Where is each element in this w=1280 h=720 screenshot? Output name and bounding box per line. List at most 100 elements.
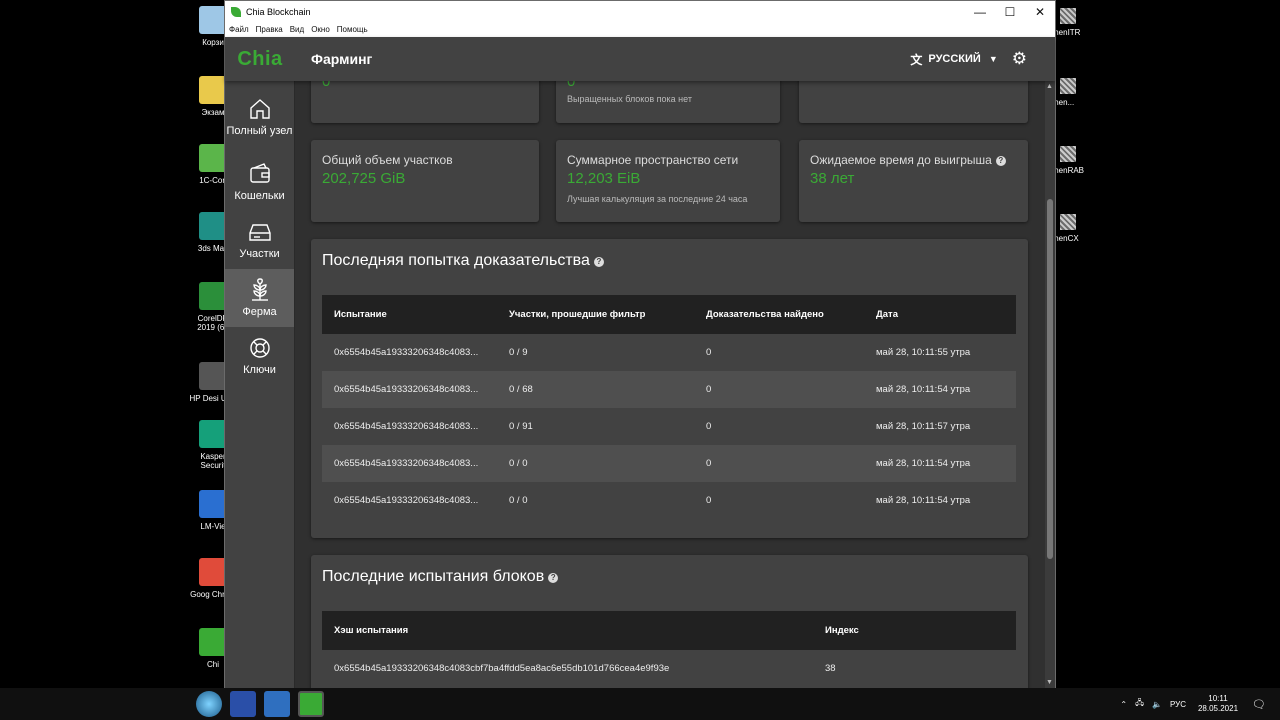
menu-help[interactable]: Помощь: [337, 25, 368, 34]
farm-content: 0 0 Выращенных блоков пока нет Общий объ…: [295, 81, 1045, 688]
cell-proofs-found: 0: [694, 334, 864, 371]
cell-date: май 28, 10:11:54 утра: [864, 445, 1016, 482]
table-row: 0x6554b45a19333206348c4083... 0 / 0 0 ма…: [322, 445, 1016, 482]
help-icon[interactable]: ?: [593, 257, 604, 267]
help-icon[interactable]: ?: [995, 156, 1006, 166]
desktop-shortcut[interactable]: menITR: [1052, 8, 1092, 37]
stat-value: 12,203 EiB: [567, 170, 641, 187]
sidebar-item-wallets[interactable]: Кошельки: [225, 153, 294, 211]
cell-proofs-found: 0: [694, 482, 864, 519]
cell-date: май 28, 10:11:54 утра: [864, 482, 1016, 519]
stat-label: Суммарное пространство сети: [567, 153, 739, 167]
clock[interactable]: 10:11 28.05.2021: [1198, 694, 1238, 714]
stat-value: 202,725 GiB: [322, 170, 406, 187]
cell-plots-passed: 0 / 91: [497, 408, 694, 445]
desktop-shortcut-icon: [199, 76, 227, 104]
menu-file[interactable]: Файл: [229, 25, 249, 34]
table-row: 0x6554b45a19333206348c4083... 0 / 0 0 ма…: [322, 482, 1016, 519]
panel-title-text: Последние испытания блоков: [322, 568, 545, 585]
notifications-icon[interactable]: 🗨: [1252, 698, 1266, 711]
cell-challenge: 0x6554b45a19333206348c4083...: [322, 334, 497, 371]
column-header-challenge-hash: Хэш испытания: [322, 611, 813, 650]
sidebar-item-full-node[interactable]: Полный узел: [225, 81, 294, 153]
window-title: Chia Blockchain: [246, 6, 311, 17]
cell-challenge: 0x6554b45a19333206348c4083...: [322, 408, 497, 445]
chia-taskbar-icon[interactable]: [298, 691, 324, 717]
stat-card-total-plot-size: Общий объем участков 202,725 GiB: [311, 140, 539, 222]
stat-card-top-3: [799, 81, 1028, 123]
scrollbar-thumb[interactable]: [1047, 199, 1053, 559]
stat-card-expected-win-time: Ожидаемое время до выигрыша? 38 лет: [799, 140, 1028, 222]
tray-language[interactable]: РУС: [1170, 700, 1186, 709]
desktop-shortcut-icon: [199, 144, 227, 172]
save-disk-icon[interactable]: [230, 691, 256, 717]
minimize-button[interactable]: —: [965, 5, 995, 19]
sidebar-item-plots[interactable]: Участки: [225, 211, 294, 269]
content-scrollbar[interactable]: ▲ ▼: [1045, 81, 1055, 688]
tray-chevron-up-icon[interactable]: ⌃: [1120, 700, 1127, 709]
scroll-down-arrow-icon[interactable]: ▼: [1046, 679, 1053, 686]
table-row: 0x6554b45a19333206348c4083... 0 / 91 0 м…: [322, 408, 1016, 445]
wallet-icon: [249, 162, 270, 183]
close-button[interactable]: ✕: [1025, 5, 1055, 19]
app-root: Chia Фарминг 文 РУССКИЙ ▼ ⚙ Полный узел К…: [225, 37, 1055, 688]
window-titlebar[interactable]: Chia Blockchain — ☐ ✕: [225, 1, 1055, 22]
translate-icon: 文: [910, 52, 923, 67]
stat-label: Ожидаемое время до выигрыша?: [810, 153, 1006, 167]
network-icon[interactable]: 🖧: [1135, 697, 1144, 711]
clock-time: 10:11: [1208, 694, 1228, 703]
sidebar-item-label: Кошельки: [234, 189, 285, 202]
sidebar: Полный узел Кошельки Участки Ферма Ключи: [225, 81, 295, 688]
chia-leaf-icon: [231, 6, 241, 17]
chevron-down-icon: ▼: [988, 54, 998, 64]
stat-subtext: Лучшая калькуляция за последние 24 часа: [567, 194, 748, 204]
stat-value: 0: [567, 81, 576, 90]
desktop-shortcut-icon: [199, 6, 227, 34]
keys-lifebuoy-icon: [249, 337, 270, 358]
menu-window[interactable]: Окно: [311, 25, 330, 34]
desktop-shortcut[interactable]: menCX: [1052, 214, 1092, 243]
stat-subtext: Выращенных блоков пока нет: [567, 94, 692, 104]
stat-card-top-1: 0: [311, 81, 539, 123]
block-challenges-table: Хэш испытания Индекс 0x6554b45a193332063…: [322, 611, 1016, 687]
sidebar-item-keys[interactable]: Ключи: [225, 327, 294, 385]
cell-plots-passed: 0 / 9: [497, 334, 694, 371]
column-header-plots-passed: Участки, прошедшие фильтр: [497, 295, 694, 334]
volume-muted-icon[interactable]: 🔈: [1152, 700, 1162, 709]
home-icon: [249, 98, 270, 119]
menu-edit[interactable]: Правка: [256, 25, 283, 34]
desktop-shortcut-icon: [1060, 146, 1076, 162]
table-row: 0x6554b45a19333206348c4083... 0 / 9 0 ма…: [322, 334, 1016, 371]
cell-challenge-hash: 0x6554b45a19333206348c4083cbf7ba4ffdd5ea…: [322, 650, 813, 687]
maximize-button[interactable]: ☐: [995, 5, 1025, 19]
language-selector[interactable]: 文 РУССКИЙ ▼: [910, 51, 997, 68]
desktop-shortcut[interactable]: menRAB: [1052, 146, 1092, 175]
recent-block-challenges-panel: Последние испытания блоков? Хэш испытани…: [311, 555, 1028, 688]
taskbar-app-icon[interactable]: [264, 691, 290, 717]
panel-title-text: Последняя попытка доказательства: [322, 252, 590, 269]
clock-date: 28.05.2021: [1197, 704, 1239, 713]
start-orb-icon[interactable]: [196, 691, 222, 717]
cell-challenge: 0x6554b45a19333206348c4083...: [322, 371, 497, 408]
cell-date: май 28, 10:11:55 утра: [864, 334, 1016, 371]
cell-proofs-found: 0: [694, 445, 864, 482]
page-title: Фарминг: [311, 51, 373, 67]
menu-view[interactable]: Вид: [290, 25, 304, 34]
scroll-up-arrow-icon[interactable]: ▲: [1046, 83, 1053, 90]
cell-date: май 28, 10:11:57 утра: [864, 408, 1016, 445]
column-header-challenge: Испытание: [322, 295, 497, 334]
stat-card-top-2: 0 Выращенных блоков пока нет: [556, 81, 780, 123]
sidebar-item-label: Полный узел: [226, 124, 293, 137]
settings-gear-icon[interactable]: ⚙: [1012, 49, 1027, 69]
desktop-shortcut[interactable]: men...: [1052, 78, 1092, 107]
language-label: РУССКИЙ: [928, 53, 981, 65]
help-icon[interactable]: ?: [548, 573, 559, 583]
desktop-shortcut-icon: [199, 212, 227, 240]
panel-title: Последние испытания блоков?: [322, 568, 559, 586]
desktop-shortcut-icon: [1060, 214, 1076, 230]
farm-plant-icon: [251, 277, 268, 301]
desktop-shortcut-icon: [199, 420, 227, 448]
cell-plots-passed: 0 / 0: [497, 445, 694, 482]
desktop-shortcut-label: menCX: [1052, 234, 1079, 243]
sidebar-item-farm[interactable]: Ферма: [225, 269, 294, 327]
